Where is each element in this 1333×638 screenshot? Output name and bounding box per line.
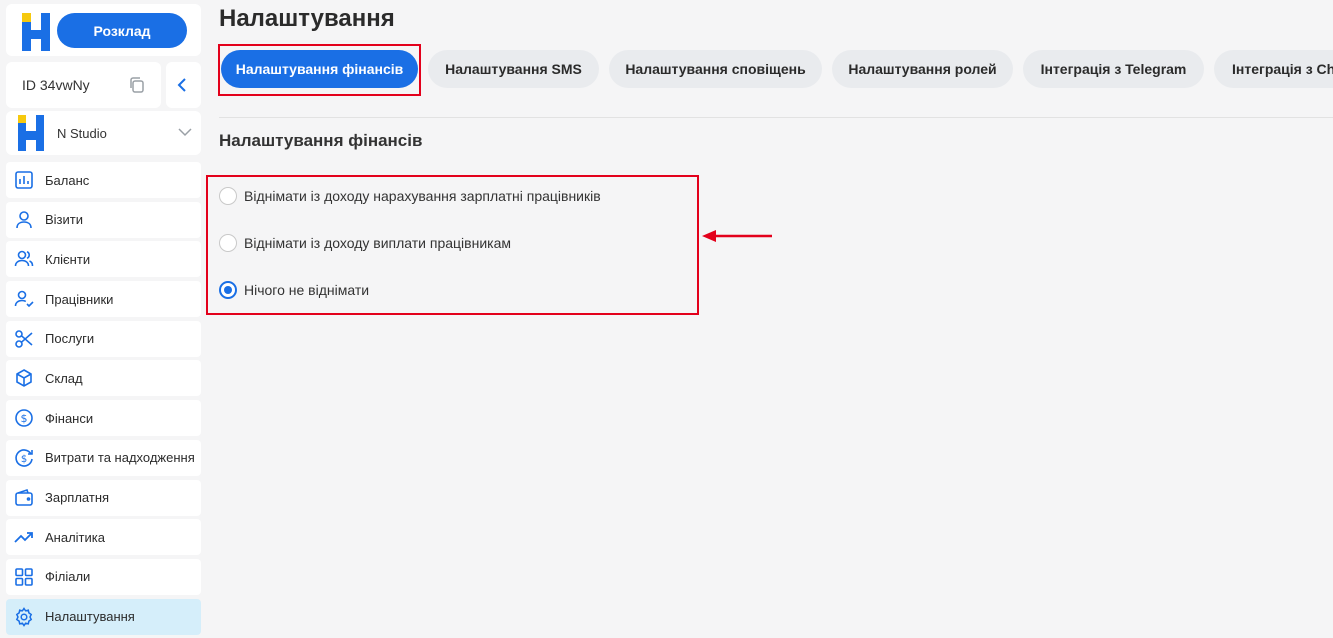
user-icon (14, 210, 34, 230)
tab-integration-partial[interactable]: Інтеграція з Ch (1214, 50, 1333, 88)
sidebar-item-label: Фінанси (45, 410, 94, 426)
sidebar-item-label: Зарплатня (45, 490, 110, 505)
user-check-icon (14, 289, 34, 309)
sidebar-item-label: Баланс (45, 172, 90, 188)
dollar-refresh-icon: $ (14, 448, 34, 468)
tab-sms-settings[interactable]: Налаштування SMS (428, 50, 599, 88)
sidebar-item-label: Склад (45, 370, 83, 386)
sidebar-item-label: Філіали (45, 569, 91, 585)
sidebar: Розклад ID 34vwNy N Studio Баланс Візити… (0, 0, 207, 638)
studio-selector[interactable]: N Studio (6, 111, 201, 155)
sidebar-item-label: Візити (45, 212, 83, 228)
sidebar-item-label: Працівники (45, 291, 114, 307)
sidebar-item-label: Послуги (45, 331, 95, 347)
account-id: ID 34vwNy (22, 77, 90, 93)
sidebar-item-finance[interactable]: $ Фінанси (6, 400, 201, 437)
divider (219, 117, 1333, 118)
sidebar-item-settings[interactable]: Налаштування (6, 598, 201, 635)
tab-notification-settings[interactable]: Налаштування сповіщень (609, 50, 822, 88)
sidebar-item-label: Аналітика (45, 529, 105, 545)
sidebar-item-services[interactable]: Послуги (6, 320, 201, 357)
box-icon (14, 368, 34, 388)
chart-bars-icon (14, 170, 34, 190)
sidebar-item-salary[interactable]: Зарплатня (6, 479, 201, 516)
sidebar-item-label: Налаштування (45, 609, 135, 625)
grid-icon (14, 567, 34, 587)
sidebar-item-branches[interactable]: Філіали (6, 558, 201, 595)
schedule-button[interactable]: Розклад (57, 13, 187, 48)
sidebar-header: Розклад (6, 4, 201, 56)
sidebar-item-warehouse[interactable]: Склад (6, 360, 201, 397)
sidebar-item-expenses-income[interactable]: $ Витрати та надходження (6, 439, 201, 476)
tab-telegram-integration[interactable]: Інтеграція з Telegram (1023, 50, 1204, 88)
app-logo-icon[interactable] (20, 13, 52, 51)
sidebar-nav: Баланс Візити Клієнти Працівники Послуги (6, 162, 201, 638)
sidebar-item-label: Витрати та надходження (45, 450, 195, 466)
account-id-card: ID 34vwNy (6, 62, 161, 108)
sidebar-item-visits[interactable]: Візити (6, 201, 201, 238)
sidebar-item-label: Клієнти (45, 251, 91, 267)
scissors-icon (14, 329, 34, 349)
studio-logo-icon (18, 115, 44, 151)
copy-icon[interactable] (127, 75, 147, 95)
svg-text:$: $ (21, 454, 27, 465)
page-title: Налаштування (219, 5, 395, 32)
annotation-highlight-tab (218, 44, 421, 96)
annotation-arrow-icon (702, 230, 772, 242)
annotation-highlight-options (206, 175, 699, 315)
gear-icon (14, 606, 34, 627)
studio-name: N Studio (57, 126, 107, 141)
section-title: Налаштування фінансів (219, 131, 423, 150)
trend-up-icon (14, 527, 34, 547)
collapse-sidebar-button[interactable] (166, 62, 201, 108)
chevron-left-icon (177, 78, 186, 92)
svg-text:$: $ (21, 412, 28, 425)
wallet-icon (14, 488, 34, 508)
tab-role-settings[interactable]: Налаштування ролей (832, 50, 1013, 88)
chevron-down-icon (178, 128, 192, 137)
sidebar-item-clients[interactable]: Клієнти (6, 241, 201, 278)
sidebar-item-employees[interactable]: Працівники (6, 281, 201, 318)
sidebar-item-analytics[interactable]: Аналітика (6, 519, 201, 556)
dollar-circle-icon: $ (14, 408, 34, 428)
sidebar-item-balance[interactable]: Баланс (6, 162, 201, 198)
users-icon (14, 249, 34, 269)
